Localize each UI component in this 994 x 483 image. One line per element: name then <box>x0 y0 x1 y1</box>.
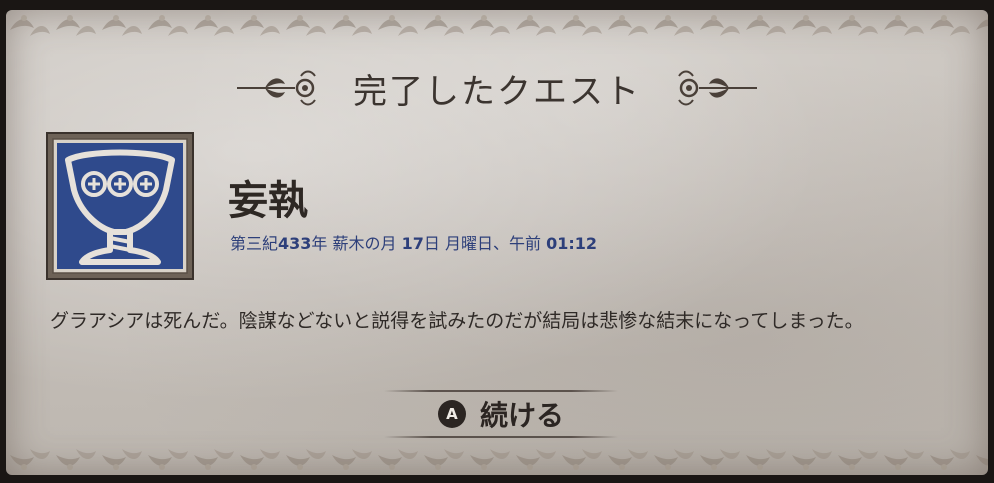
continue-button[interactable]: A 続ける <box>384 388 618 440</box>
quest-description: グラアシアは死んだ。陰謀などないと説得を試みたのだが結局は悲惨な結末になってしま… <box>50 310 864 332</box>
parchment-background: 完了したクエスト 妄執 第三紀433年 薪木の月 17日 月曜日、午前 01:1… <box>6 10 988 475</box>
date-era: 第三紀 <box>230 234 279 253</box>
title-row: 完了したクエスト <box>6 62 988 114</box>
panel-title: 完了したクエスト <box>353 71 641 112</box>
date-year: 433 <box>278 234 312 253</box>
quest-complete-panel: 完了したクエスト 妄執 第三紀433年 薪木の月 17日 月曜日、午前 01:1… <box>0 0 994 483</box>
a-button-icon: A <box>437 400 466 428</box>
chalice-icon <box>46 132 194 280</box>
ornament-left-icon <box>237 70 316 106</box>
date-weekday: 日 月曜日、午前 <box>423 234 547 253</box>
ornament-right-icon <box>678 70 757 106</box>
floral-border-bottom <box>6 441 988 475</box>
date-day: 17 <box>401 234 424 253</box>
date-month: 年 薪木の月 <box>311 234 402 253</box>
date-time: 01:12 <box>546 234 597 253</box>
continue-label: 続ける <box>479 399 564 432</box>
quest-name: 妄執 <box>228 177 308 224</box>
quest-date: 第三紀433年 薪木の月 17日 月曜日、午前 01:12 <box>230 230 597 254</box>
floral-border-top <box>6 10 988 44</box>
